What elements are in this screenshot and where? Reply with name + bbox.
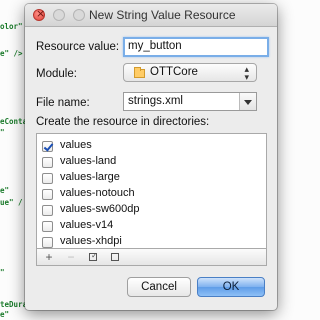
module-selected-value: OTTCore (150, 66, 198, 78)
directory-name: values-sw600dp (60, 203, 140, 215)
directory-name: values-v14 (60, 219, 114, 231)
add-icon[interactable]: + (39, 249, 59, 265)
zoom-window-button[interactable] (73, 9, 85, 21)
checkbox[interactable] (42, 237, 53, 248)
cancel-button[interactable]: Cancel (127, 277, 191, 297)
code-line: e" (0, 310, 10, 319)
ok-button[interactable]: OK (197, 277, 265, 297)
updown-arrows-icon: ▴ ▾ (244, 64, 249, 82)
code-line: olor" (0, 22, 23, 31)
file-name-combo[interactable]: strings.xml (123, 92, 257, 111)
title-bar[interactable]: New String Value Resource (25, 4, 277, 27)
resource-value-input[interactable]: my_button (123, 37, 269, 57)
file-name-value: strings.xml (128, 95, 183, 107)
chevron-down-icon[interactable] (239, 93, 256, 110)
directory-name: values-xhdpi (60, 235, 122, 247)
resource-value-label: Resource value: (36, 41, 120, 53)
code-line: ue" / (0, 198, 23, 207)
directories-list[interactable]: values values-land values-large values-n… (36, 133, 267, 249)
module-label: Module: (36, 68, 77, 80)
directory-name: values-notouch (60, 187, 135, 199)
code-line: e" (0, 186, 10, 195)
new-string-resource-dialog: New String Value Resource Resource value… (25, 4, 277, 310)
file-name-label: File name: (36, 97, 90, 109)
unselect-all-icon[interactable] (105, 249, 125, 265)
checkbox[interactable] (42, 221, 53, 232)
select-all-icon[interactable]: ✓ (83, 249, 103, 265)
code-line: eConta (0, 117, 28, 126)
directory-name: values-land (60, 155, 117, 167)
remove-icon[interactable]: − (61, 249, 81, 265)
code-line: " (0, 128, 5, 137)
module-select[interactable]: OTTCore ▴ ▾ (123, 63, 257, 82)
checkbox[interactable] (42, 141, 53, 152)
list-toolbar: + − ✓ (36, 248, 267, 266)
checkbox[interactable] (42, 173, 53, 184)
close-window-button[interactable] (33, 7, 45, 21)
checkbox[interactable] (42, 157, 53, 168)
dialog-title: New String Value Resource (89, 8, 236, 22)
directory-name: values-large (60, 171, 120, 183)
directory-name: values (60, 139, 92, 151)
minimize-window-button[interactable] (53, 9, 65, 21)
module-folder-icon (134, 67, 145, 78)
code-line: e" /> (0, 49, 23, 58)
directories-label: Create the resource in directories: (36, 116, 210, 128)
code-line: " (0, 268, 5, 277)
checkbox[interactable] (42, 189, 53, 200)
checkbox[interactable] (42, 205, 53, 216)
